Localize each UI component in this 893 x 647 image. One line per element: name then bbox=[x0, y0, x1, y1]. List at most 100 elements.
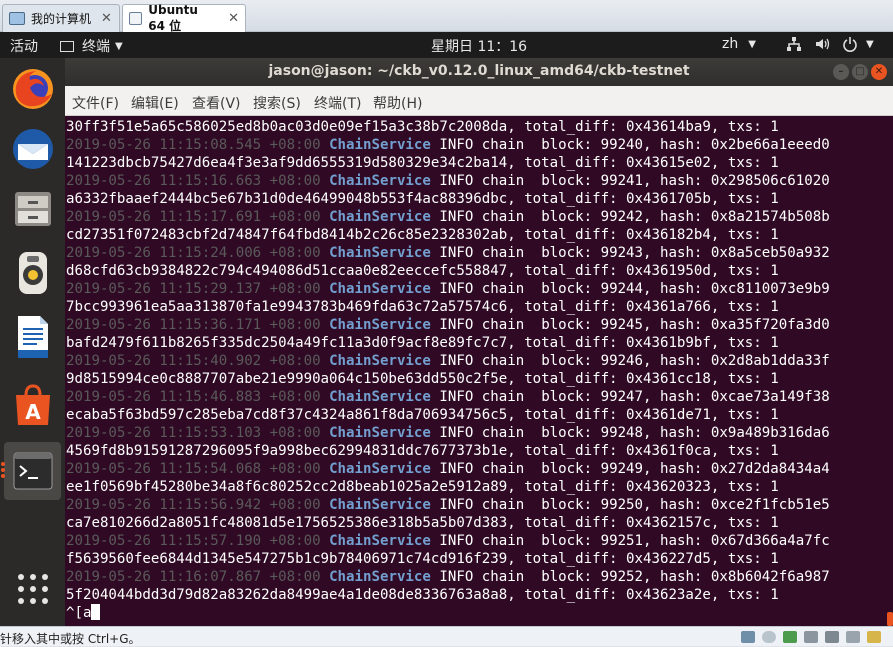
input-method-label: zh bbox=[722, 36, 739, 52]
hard-disk-icon[interactable] bbox=[741, 631, 755, 643]
volume-icon[interactable] bbox=[814, 36, 830, 56]
log-continuation: f5639560fee6844d1345e547275b1c9b78406971… bbox=[66, 551, 779, 567]
chevron-down-icon: ▼ bbox=[748, 38, 756, 50]
minimize-button[interactable]: – bbox=[833, 64, 849, 80]
log-line: 2019-05-26 11:15:57.190 +08:00 ChainServ… bbox=[66, 532, 830, 550]
close-icon[interactable]: ✕ bbox=[101, 11, 112, 26]
printer-icon[interactable] bbox=[825, 631, 839, 643]
menu-help[interactable]: 帮助(H) bbox=[373, 93, 422, 113]
log-line: 2019-05-26 11:15:29.137 +08:00 ChainServ… bbox=[66, 280, 830, 298]
close-icon[interactable]: ✕ bbox=[228, 11, 239, 26]
log-continuation: 141223dbcb75427d6ea4f3e3af9dd6555319d580… bbox=[66, 155, 779, 171]
usb-icon[interactable] bbox=[804, 631, 818, 643]
software-launcher[interactable]: A bbox=[4, 376, 61, 434]
menu-terminal[interactable]: 终端(T) bbox=[314, 93, 361, 113]
log-service: ChainService bbox=[329, 425, 431, 441]
log-service: ChainService bbox=[329, 461, 431, 477]
clock[interactable]: 星期日 11：16 bbox=[431, 36, 527, 56]
log-message: INFO chain block: 99250, hash: 0xce2f1fc… bbox=[430, 497, 830, 513]
sound-card-icon[interactable] bbox=[846, 631, 860, 643]
menu-edit[interactable]: 编辑(E) bbox=[131, 93, 179, 113]
terminal-menubar: 文件(F) 编辑(E) 查看(V) 搜索(S) 终端(T) 帮助(H) bbox=[65, 86, 893, 116]
log-timestamp: 2019-05-26 11:15:57.190 +08:00 bbox=[66, 533, 321, 549]
log-line: 2019-05-26 11:15:40.902 +08:00 ChainServ… bbox=[66, 352, 830, 370]
running-indicator bbox=[1, 468, 5, 472]
log-message: INFO chain block: 99248, hash: 0x9a489b3… bbox=[430, 425, 830, 441]
input-method-menu[interactable]: zh ▼ bbox=[722, 36, 756, 52]
log-service: ChainService bbox=[329, 281, 431, 297]
message-icon[interactable] bbox=[867, 631, 881, 643]
log-message: INFO chain block: 99245, hash: 0xa35f720… bbox=[430, 317, 830, 333]
window-title: jason@jason: ~/ckb_v0.12.0_linux_amd64/c… bbox=[268, 63, 690, 79]
top-panel: 活动 终端 ▼ 星期日 11：16 zh ▼ ▼ bbox=[0, 32, 893, 58]
activities-button[interactable]: 活动 bbox=[10, 36, 38, 56]
ubuntu-software-icon: A bbox=[15, 384, 50, 425]
log-line: 2019-05-26 11:15:16.663 +08:00 ChainServ… bbox=[66, 172, 830, 190]
files-launcher[interactable] bbox=[4, 180, 61, 238]
thunderbird-launcher[interactable] bbox=[4, 120, 61, 178]
writer-launcher[interactable] bbox=[4, 308, 61, 366]
terminal-window: jason@jason: ~/ckb_v0.12.0_linux_amd64/c… bbox=[65, 58, 893, 626]
log-continuation: 4569fd8b91591287296095f9a998bec62994831d… bbox=[66, 443, 779, 459]
prompt-text: ^[a bbox=[66, 605, 92, 621]
terminal-cursor bbox=[91, 604, 101, 620]
network-adapter-icon[interactable] bbox=[783, 631, 797, 643]
maximize-button[interactable]: □ bbox=[852, 64, 868, 80]
power-menu[interactable]: ▼ bbox=[842, 36, 874, 52]
terminal-icon bbox=[13, 452, 52, 490]
log-continuation: a6332fbaaef2444bc5e67b31d0de46499048b553… bbox=[66, 191, 779, 207]
rhythmbox-launcher[interactable] bbox=[4, 244, 61, 302]
log-line: 2019-05-26 11:15:17.691 +08:00 ChainServ… bbox=[66, 208, 830, 226]
log-line: 2019-05-26 11:15:56.942 +08:00 ChainServ… bbox=[66, 496, 830, 514]
terminal-lines: 30ff3f51e5a65c586025ed8b0ac03d0e09ef15a3… bbox=[66, 118, 830, 622]
close-button[interactable]: ✕ bbox=[871, 64, 887, 80]
log-message: INFO chain block: 99243, hash: 0x8a5ceb5… bbox=[430, 245, 830, 261]
log-service: ChainService bbox=[329, 353, 431, 369]
show-applications-button[interactable] bbox=[4, 560, 61, 618]
tab-ubuntu-vm[interactable]: Ubuntu 64 位 ✕ bbox=[122, 3, 246, 33]
menu-file[interactable]: 文件(F) bbox=[72, 93, 119, 113]
app-menu[interactable]: 终端 ▼ bbox=[60, 36, 123, 56]
log-continuation: bafd2479f611b8265f335dc2504a49fc11a3d0f9… bbox=[66, 335, 779, 351]
log-line: 2019-05-26 11:15:36.171 +08:00 ChainServ… bbox=[66, 316, 830, 334]
terminal-output[interactable]: 30ff3f51e5a65c586025ed8b0ac03d0e09ef15a3… bbox=[65, 116, 893, 626]
log-continuation: 9d8515994ce0c8887707abe21e9990a064c150be… bbox=[66, 371, 779, 387]
cd-dvd-icon[interactable] bbox=[762, 631, 776, 643]
log-continuation: ca7e810266d2a8051fc48081d5e1756525386e31… bbox=[66, 515, 779, 531]
chevron-down-icon: ▼ bbox=[866, 38, 874, 50]
log-service: ChainService bbox=[329, 389, 431, 405]
rhythmbox-icon bbox=[18, 252, 47, 294]
log-line: 2019-05-26 11:16:07.867 +08:00 ChainServ… bbox=[66, 568, 830, 586]
computer-icon bbox=[9, 12, 25, 25]
log-message: INFO chain block: 99241, hash: 0x298506c… bbox=[430, 173, 830, 189]
grid-icon bbox=[17, 574, 48, 604]
log-timestamp: 2019-05-26 11:15:54.068 +08:00 bbox=[66, 461, 321, 477]
log-continuation: cd27351f072483cbf2d74847f64fbd8414b2c26c… bbox=[66, 227, 779, 243]
firefox-launcher[interactable] bbox=[4, 60, 61, 118]
log-timestamp: 2019-05-26 11:15:08.545 +08:00 bbox=[66, 137, 321, 153]
log-line: 2019-05-26 11:15:08.545 +08:00 ChainServ… bbox=[66, 136, 830, 154]
scrollbar[interactable] bbox=[887, 116, 893, 626]
log-service: ChainService bbox=[329, 497, 431, 513]
network-icon[interactable] bbox=[786, 36, 802, 56]
libreoffice-writer-icon bbox=[17, 316, 48, 358]
svg-text:A: A bbox=[25, 400, 41, 424]
terminal-titlebar[interactable]: jason@jason: ~/ckb_v0.12.0_linux_amd64/c… bbox=[65, 58, 893, 86]
log-service: ChainService bbox=[329, 173, 431, 189]
terminal-launcher[interactable] bbox=[4, 442, 61, 500]
log-timestamp: 2019-05-26 11:15:16.663 +08:00 bbox=[66, 173, 321, 189]
running-indicator bbox=[1, 462, 5, 466]
prompt-line: ^[a bbox=[66, 604, 830, 622]
tab-my-computer[interactable]: 我的计算机 ✕ bbox=[2, 4, 120, 32]
log-continuation: ecaba5f63bd597c285eba7cd8f37c4324a861f8d… bbox=[66, 407, 779, 423]
log-message: INFO chain block: 99246, hash: 0x2d8ab1d… bbox=[430, 353, 830, 369]
log-timestamp: 2019-05-26 11:15:29.137 +08:00 bbox=[66, 281, 321, 297]
files-icon bbox=[14, 192, 51, 226]
log-timestamp: 2019-05-26 11:15:24.006 +08:00 bbox=[66, 245, 321, 261]
menu-view[interactable]: 查看(V) bbox=[192, 93, 241, 113]
log-service: ChainService bbox=[329, 209, 431, 225]
thunderbird-icon bbox=[12, 129, 53, 169]
menu-search[interactable]: 搜索(S) bbox=[253, 93, 301, 113]
log-timestamp: 2019-05-26 11:16:07.867 +08:00 bbox=[66, 569, 321, 585]
scrollbar-thumb[interactable] bbox=[887, 612, 893, 626]
